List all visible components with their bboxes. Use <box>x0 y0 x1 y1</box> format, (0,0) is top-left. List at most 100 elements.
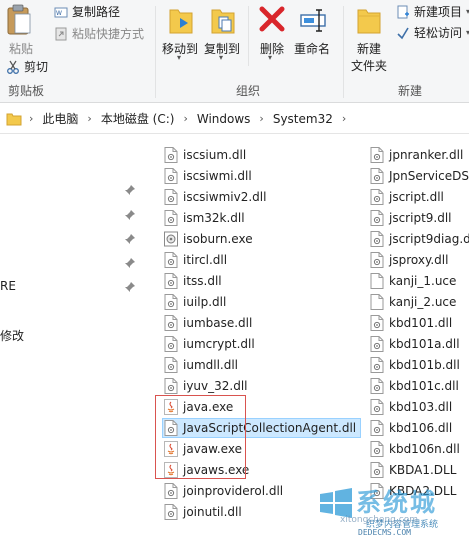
pin-icon[interactable] <box>124 184 136 196</box>
file-icon <box>370 315 384 331</box>
breadcrumb-this-pc[interactable]: 此电脑 <box>42 110 78 127</box>
new-folder-button[interactable]: 新建 文件夹 <box>348 2 388 76</box>
file-list[interactable]: iscsium.dll iscsiwmi.dll iscsiwmiv2.dll ism… <box>148 135 469 539</box>
breadcrumb-windows[interactable]: Windows <box>197 112 251 126</box>
delete-chevron-icon: ▾ <box>268 53 273 62</box>
breadcrumb-chevron-icon[interactable]: › <box>342 112 346 125</box>
easy-access-button[interactable]: 轻松访问 ▾ <box>396 24 469 41</box>
file-item[interactable]: kbd106.dll <box>370 418 452 438</box>
pin-icon[interactable] <box>124 281 136 293</box>
move-to-chevron-icon: ▾ <box>177 53 182 62</box>
file-item[interactable]: iscsium.dll <box>164 145 246 165</box>
breadcrumb-chevron-icon[interactable]: › <box>259 112 263 125</box>
rename-label: 重命名 <box>294 42 331 56</box>
file-item[interactable]: iumbase.dll <box>164 313 252 333</box>
new-item-icon <box>397 5 409 18</box>
breadcrumb-local-disk[interactable]: 本地磁盘 (C:) <box>101 110 175 127</box>
file-item[interactable]: kanji_2.uce <box>370 292 456 312</box>
file-item[interactable]: joinutil.dll <box>164 502 242 522</box>
move-to-button[interactable]: 移动到 ▾ <box>160 2 200 64</box>
file-item[interactable]: jscript.dll <box>370 187 444 207</box>
pin-icon[interactable] <box>124 233 136 245</box>
breadcrumb-system32[interactable]: System32 <box>273 112 333 126</box>
file-item[interactable]: iumdll.dll <box>164 355 238 375</box>
file-item[interactable]: joinproviderol.dll <box>164 481 283 501</box>
file-name: kbd106.dll <box>389 421 453 435</box>
file-icon <box>370 252 384 268</box>
file-icon <box>164 210 178 226</box>
file-name: ism32k.dll <box>183 211 245 225</box>
file-item[interactable]: iyuv_32.dll <box>164 376 248 396</box>
cut-button[interactable]: 剪切 <box>6 58 48 75</box>
file-name: JpnServiceDS. <box>389 169 469 183</box>
new-folder-label-2: 文件夹 <box>351 59 388 73</box>
file-item[interactable]: itss.dll <box>164 271 222 291</box>
breadcrumb-chevron-icon[interactable]: › <box>183 112 187 125</box>
new-group-label: 新建 <box>398 84 423 98</box>
executable-file-icon <box>164 231 178 247</box>
java-file-icon <box>164 462 178 478</box>
watermark-url: xitongcheng.com <box>340 515 418 525</box>
file-name: javaw.exe <box>183 442 242 456</box>
nav-item-partial[interactable]: 修改 <box>0 327 24 344</box>
file-item[interactable]: iscsiwmiv2.dll <box>164 187 266 207</box>
address-bar[interactable]: › 此电脑 › 本地磁盘 (C:) › Windows › System32 › <box>0 104 469 134</box>
file-icon <box>370 357 384 373</box>
java-file-icon <box>164 399 178 415</box>
copy-to-chevron-icon: ▾ <box>219 53 224 62</box>
file-name: kanji_1.uce <box>389 274 457 288</box>
breadcrumb-chevron-icon[interactable]: › <box>87 112 91 125</box>
file-icon <box>164 252 178 268</box>
file-item[interactable]: ism32k.dll <box>164 208 245 228</box>
file-item[interactable]: JavaScriptCollectionAgent.dll <box>162 418 362 438</box>
file-name: kbd101a.dll <box>389 337 460 351</box>
file-item[interactable]: kbd103.dll <box>370 397 452 417</box>
file-icon <box>370 420 384 436</box>
pin-icon[interactable] <box>124 257 136 269</box>
file-item[interactable]: java.exe <box>164 397 233 417</box>
file-item[interactable]: jscript9diag.d <box>370 229 469 249</box>
clipboard-icon <box>7 4 31 35</box>
file-item[interactable]: kbd101.dll <box>370 313 452 333</box>
file-item[interactable]: iuilp.dll <box>164 292 226 312</box>
file-item[interactable]: JpnServiceDS. <box>370 166 469 186</box>
pin-icon[interactable] <box>124 209 136 221</box>
nav-item-partial[interactable]: RE <box>0 279 16 293</box>
file-item[interactable]: javaws.exe <box>164 460 249 480</box>
file-icon <box>164 315 178 331</box>
file-item[interactable]: javaw.exe <box>164 439 242 459</box>
file-item[interactable]: iumcrypt.dll <box>164 334 255 354</box>
file-item[interactable]: kbd101c.dll <box>370 376 459 396</box>
new-item-button[interactable]: 新建项目 ▾ <box>396 3 469 20</box>
file-name: JavaScriptCollectionAgent.dll <box>183 421 357 435</box>
file-name: itircl.dll <box>183 253 228 267</box>
file-item[interactable]: kbd101b.dll <box>370 355 460 375</box>
copy-path-button[interactable]: W 复制路径 <box>54 3 120 20</box>
file-item[interactable]: itircl.dll <box>164 250 227 270</box>
copy-to-button[interactable]: 复制到 ▾ <box>202 2 242 64</box>
file-item[interactable]: jsproxy.dll <box>370 250 448 270</box>
file-icon <box>164 147 178 163</box>
watermark: 系统城 织梦内容管理系统 DEDECMS.COM <box>318 482 469 539</box>
paste-button[interactable]: 粘贴 <box>2 2 38 60</box>
delete-button[interactable]: 删除 ▾ <box>254 2 288 64</box>
move-to-folder-icon <box>169 9 193 34</box>
file-item[interactable]: jpnranker.dll <box>370 145 463 165</box>
file-item[interactable]: isoburn.exe <box>164 229 253 249</box>
paste-shortcut-button[interactable]: 粘贴快捷方式 <box>54 25 144 42</box>
file-name: javaws.exe <box>183 463 250 477</box>
file-item[interactable]: kbd101a.dll <box>370 334 460 354</box>
file-item[interactable]: jscript9.dll <box>370 208 452 228</box>
scissors-icon <box>7 60 19 74</box>
breadcrumb-chevron-icon[interactable]: › <box>29 112 33 125</box>
file-item[interactable]: kbd106n.dll <box>370 439 460 459</box>
file-icon <box>164 357 178 373</box>
file-item[interactable]: iscsiwmi.dll <box>164 166 252 186</box>
file-item[interactable]: KBDA1.DLL <box>370 460 456 480</box>
rename-button[interactable]: 重命名 <box>292 2 338 64</box>
watermark-brand: 系统城 <box>356 488 438 517</box>
file-icon <box>164 420 178 436</box>
file-name: iyuv_32.dll <box>183 379 248 393</box>
file-name: iuilp.dll <box>183 295 227 309</box>
file-item[interactable]: kanji_1.uce <box>370 271 456 291</box>
